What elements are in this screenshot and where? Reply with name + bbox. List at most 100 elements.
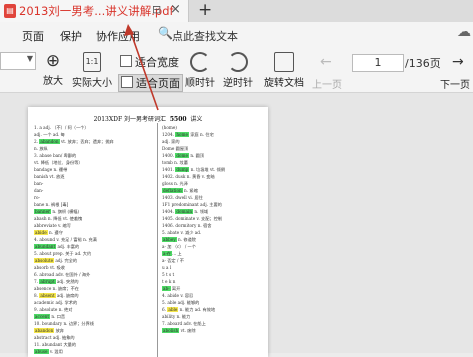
document-line: abolish vt. 废除: [162, 328, 196, 333]
highlighted-word: domain: [175, 209, 194, 214]
document-tab[interactable]: ▤ 2013刘一男考...讲义讲解.pdf ⊟ ×: [0, 0, 189, 22]
highlighted-word: abuse: [34, 349, 49, 354]
document-line: bane n. 祸根 [毒]: [34, 202, 69, 207]
fit-page-label: 适合页面: [136, 77, 180, 90]
search-box[interactable]: 🔍 点此查找文本: [158, 26, 268, 44]
document-heading: 2013XDF 刘一男考研词汇 5500 讲义: [28, 114, 268, 123]
fit-page-button[interactable]: 适合页面: [118, 74, 183, 92]
document-line: a- 加 （c） / 一个: [162, 244, 196, 249]
document-line: a- 否定 / 不: [162, 258, 184, 263]
document-line: 1F1 predominant adj. 主要的: [162, 202, 222, 207]
highlighted-word: abrupt: [39, 279, 56, 284]
document-line: ro-: [34, 195, 40, 200]
document-line: Dome 圆屋顶: [162, 146, 189, 151]
document-line: 5. able adj. 能够的: [162, 300, 200, 305]
prev-page-icon[interactable]: ←: [320, 54, 332, 70]
search-text: 点此查找文本: [172, 30, 238, 43]
highlighted-word: dump: [175, 167, 190, 172]
left-column: 1. a adj. （不）/ 阿（一个） adj. 一个 ad. 每 2. aba…: [34, 124, 146, 355]
document-line: absolute adj. 完全的: [34, 258, 78, 263]
document-line: abbey n. 修道院: [162, 237, 196, 242]
pin-icon[interactable]: ⊟: [152, 3, 161, 16]
document-line: dan-: [34, 188, 44, 193]
page-number-input[interactable]: 1: [352, 54, 404, 72]
close-icon[interactable]: ×: [170, 2, 181, 17]
menu-item-protect[interactable]: 保护: [60, 28, 82, 44]
document-line: accent n. 口音: [34, 314, 66, 319]
document-line: ability n. 能力: [162, 314, 191, 319]
document-view[interactable]: 2013XDF 刘一男考研词汇 5500 讲义 1. a adj. （不）/ 阿…: [0, 93, 473, 357]
document-line: 9. absolute n. 绝对: [34, 307, 73, 312]
doc-title-number: 5500: [169, 116, 187, 123]
doc-title-left: 2013XDF 刘一男考研词汇: [93, 116, 167, 123]
highlighted-word: abbey: [162, 237, 177, 242]
next-page-icon[interactable]: →: [452, 54, 464, 70]
document-line: 1400. dome n. 圆顶: [162, 153, 205, 158]
document-line: u a l: [162, 265, 172, 270]
document-line: ab- 离开: [162, 286, 181, 291]
highlighted-word: banner: [34, 209, 52, 214]
document-line: 4. abound v. 充足 / 富裕 n. 充满: [34, 237, 97, 242]
highlighted-word: ab-: [162, 286, 171, 291]
rotate-cw-button[interactable]: 顺时针: [185, 52, 215, 89]
highlighted-word: deflation: [162, 188, 183, 193]
zoom-select[interactable]: ▼: [0, 52, 36, 70]
zoom-in-button[interactable]: ⊕ 放大: [40, 52, 66, 87]
document-line: 1403. dwell vi. 居住: [162, 195, 203, 200]
toolbar: ▼ ⊕ 放大 1:1 实际大小 适合宽度 适合页面 顺时针 逆时针 旋转文档 ←…: [0, 48, 473, 93]
prev-page-label[interactable]: 上一页: [312, 76, 342, 91]
next-page-label[interactable]: 下一页: [440, 76, 470, 91]
document-line: abide n. 遵守: [34, 230, 63, 235]
document-line: abundant adj. 丰富的: [34, 244, 80, 249]
document-line: 6. able n. 能力 ad. 有效地: [162, 307, 216, 312]
pdf-page: 2013XDF 刘一男考研词汇 5500 讲义 1. a adj. （不）/ 阿…: [28, 107, 268, 357]
cloud-icon[interactable]: ☁: [457, 24, 471, 40]
highlighted-word: abundant: [34, 244, 57, 249]
document-line: n. 放纵: [34, 146, 48, 151]
document-line: a-在... 上: [162, 251, 182, 256]
zoom-in-icon: ⊕: [45, 51, 61, 71]
document-line: absence n. 缺席；不在: [34, 286, 79, 291]
document-line: tomb n. 坟墓: [162, 160, 188, 165]
document-line: 7. aboard adv. 在船上: [162, 321, 206, 326]
plus-icon[interactable]: +: [198, 0, 212, 20]
document-line: deflation n. 紧缩: [162, 188, 198, 193]
rotate-cw-icon: [190, 52, 210, 72]
document-line: 1204. home 家庭 n. 住宅: [162, 132, 214, 137]
document-line: 5. about prep. 关于 ad. 大约: [34, 251, 92, 256]
menu-item-collab-apps[interactable]: 协作应用: [96, 28, 140, 44]
menu-item-page[interactable]: 页面: [22, 28, 44, 44]
rotate-doc-button[interactable]: 旋转文档: [263, 52, 305, 89]
document-line: banish vt. 放逐: [34, 174, 65, 179]
fit-width-icon: [120, 55, 132, 67]
document-line: absorb vt. 吸收: [34, 265, 65, 270]
highlighted-word: accent: [34, 314, 51, 319]
rotate-ccw-button[interactable]: 逆时针: [223, 52, 253, 89]
highlighted-word: home: [175, 132, 189, 137]
zoom-in-label: 放大: [43, 76, 63, 87]
fit-width-button[interactable]: 适合宽度: [120, 54, 179, 70]
document-line: 7. abrupt adj. 突然的: [34, 279, 79, 284]
document-line: academic adj. 学术的: [34, 300, 78, 305]
document-line: 1405. dominate v. 支配；控制: [162, 216, 222, 221]
document-line: ban-: [34, 181, 44, 186]
fit-width-label: 适合宽度: [135, 56, 179, 69]
highlighted-word: abandon: [39, 139, 60, 144]
document-line: 2. abandon vt. 放弃；丢弃；遗弃；抛弃: [34, 139, 114, 144]
rotate-doc-label: 旋转文档: [264, 78, 304, 89]
document-line: adj. 一个 ad. 每: [34, 132, 65, 137]
highlighted-word: able: [167, 307, 179, 312]
column-divider: [157, 123, 158, 357]
right-column: (home) 1204. home 家庭 n. 住宅 adj. 家的 Dome 圆…: [162, 124, 268, 334]
highlighted-word: abide: [34, 230, 48, 235]
actual-size-icon: 1:1: [83, 52, 101, 72]
actual-size-label: 实际大小: [72, 78, 112, 89]
document-line: 1404. domain n. 领域: [162, 209, 209, 214]
actual-size-button[interactable]: 1:1 实际大小: [72, 52, 112, 89]
document-line: abuse v. 滥用: [34, 349, 63, 354]
document-line: 8. absent adj. 缺席的: [34, 293, 79, 298]
document-line: 5 t s t: [162, 272, 175, 277]
document-line: 1. a adj. （不）/ 阿（一个）: [34, 125, 89, 130]
document-line: 3. abase ban/ 卑鄙的: [34, 153, 77, 158]
page-total: /136页: [405, 57, 441, 70]
